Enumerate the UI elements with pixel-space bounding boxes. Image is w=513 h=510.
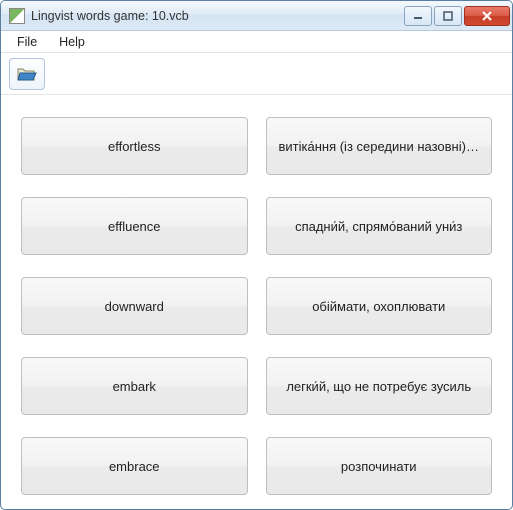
word-left-2[interactable]: downward [21, 277, 248, 335]
close-icon [481, 11, 493, 21]
word-label: embark [113, 379, 156, 394]
maximize-button[interactable] [434, 6, 462, 26]
word-label: легки́й, що не потребує зусиль [286, 379, 471, 394]
minimize-button[interactable] [404, 6, 432, 26]
word-right-1[interactable]: спадни́й, спрямо́ваний уни́з [266, 197, 493, 255]
word-left-3[interactable]: embark [21, 357, 248, 415]
toolbar [1, 53, 512, 95]
word-right-3[interactable]: легки́й, що не потребує зусиль [266, 357, 493, 415]
word-grid: effortless витіка́ння (із середини назов… [1, 95, 512, 509]
word-label: embrace [109, 459, 160, 474]
folder-open-icon [17, 66, 37, 82]
word-right-4[interactable]: розпочинати [266, 437, 493, 495]
word-label: effluence [108, 219, 161, 234]
word-label: спадни́й, спрямо́ваний уни́з [295, 219, 462, 234]
close-button[interactable] [464, 6, 510, 26]
word-label: витіка́ння (із середини назовні), випром… [279, 139, 480, 154]
window-title: Lingvist words game: 10.vcb [31, 9, 404, 23]
word-label: downward [105, 299, 164, 314]
word-right-2[interactable]: обіймати, охоплювати [266, 277, 493, 335]
word-label: розпочинати [341, 459, 417, 474]
word-label: effortless [108, 139, 161, 154]
app-window: Lingvist words game: 10.vcb File Help [0, 0, 513, 510]
menu-file[interactable]: File [7, 33, 47, 51]
titlebar: Lingvist words game: 10.vcb [1, 1, 512, 31]
word-label: обіймати, охоплювати [312, 299, 445, 314]
word-right-0[interactable]: витіка́ння (із середини назовні), випром… [266, 117, 493, 175]
word-left-0[interactable]: effortless [21, 117, 248, 175]
open-file-button[interactable] [9, 58, 45, 90]
app-icon [9, 8, 25, 24]
minimize-icon [413, 11, 423, 21]
maximize-icon [443, 11, 453, 21]
word-left-4[interactable]: embrace [21, 437, 248, 495]
window-controls [404, 6, 510, 26]
menu-help[interactable]: Help [49, 33, 95, 51]
word-left-1[interactable]: effluence [21, 197, 248, 255]
menubar: File Help [1, 31, 512, 53]
